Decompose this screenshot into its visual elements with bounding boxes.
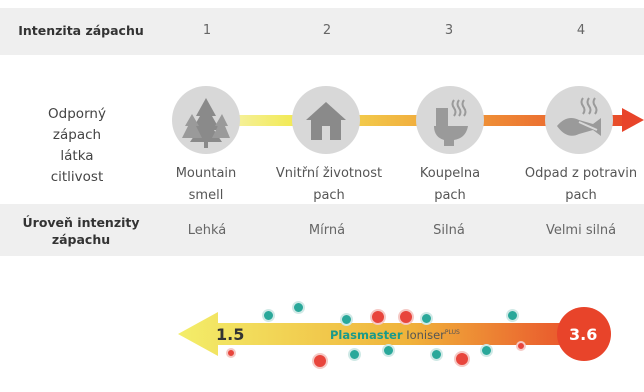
- toilet-odor-icon: [434, 99, 468, 146]
- ion-minus-icon: [420, 312, 433, 325]
- caption-bathroom-odor: Koupelna pach: [419, 166, 481, 203]
- forest-icon-node: [172, 86, 240, 154]
- ion-minus-icon: [430, 348, 443, 361]
- ioniser-right-value: 3.6: [569, 325, 598, 344]
- ion-plus-icon: [312, 353, 328, 369]
- level-header: Úroveň intenzity zápachu: [22, 215, 140, 247]
- brand-plus: PLUS: [444, 329, 460, 337]
- caption-indoor-odor: Vnitřní životnost pach: [275, 166, 383, 203]
- ioniser-brand-label: Plasmaster IoniserPLUS: [330, 328, 460, 342]
- caption-food-waste-odor: Odpad z potravin pach: [524, 166, 638, 203]
- level-name-2: Mírná: [308, 223, 346, 238]
- toilet-odor-icon-node: [416, 86, 484, 154]
- fish-waste-odor-icon-node: [545, 86, 613, 154]
- house-icon-node: [292, 86, 360, 154]
- level-row: Úroveň intenzity zápachu Lehká Mírná Sil…: [0, 204, 644, 256]
- ioniser-left-value: 1.5: [216, 325, 245, 344]
- ion-plus-icon: [370, 309, 386, 325]
- caption-mountain-smell: Mountain smell: [175, 166, 237, 203]
- ion-minus-icon: [506, 309, 519, 322]
- ion-minus-icon: [348, 348, 361, 361]
- ion-plus-icon: [398, 309, 414, 325]
- ion-plus-icon: [516, 341, 526, 351]
- ion-minus-icon: [382, 344, 395, 357]
- forest-icon: [182, 98, 230, 148]
- ion-minus-icon: [480, 344, 493, 357]
- level-name-4: Velmi silná: [545, 223, 617, 238]
- ion-minus-icon: [340, 313, 353, 326]
- level-name-3: Silná: [433, 223, 465, 238]
- ion-plus-icon: [226, 348, 236, 358]
- level-name-1: Lehká: [187, 223, 227, 238]
- brand-plasmaster: Plasmaster: [330, 328, 403, 342]
- ion-plus-icon: [454, 351, 470, 367]
- house-icon: [306, 102, 346, 140]
- ion-minus-icon: [262, 309, 275, 322]
- brand-ioniser: Ioniser: [406, 328, 445, 342]
- fish-waste-odor-icon: [557, 97, 601, 136]
- ion-minus-icon: [292, 301, 305, 314]
